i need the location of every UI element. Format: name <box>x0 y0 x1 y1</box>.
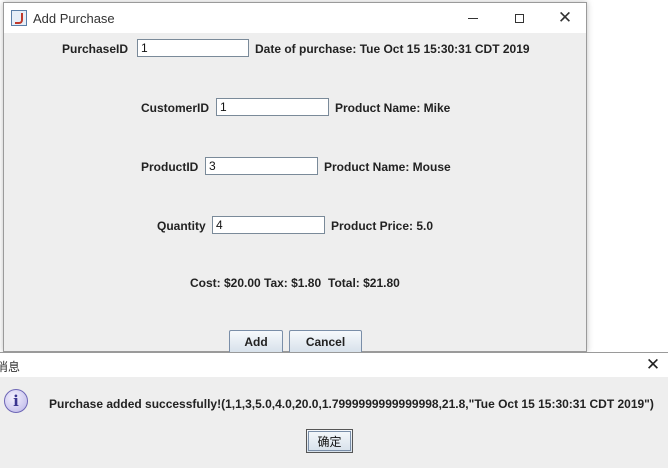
ok-button[interactable]: 确定 <box>306 429 353 453</box>
close-icon: ✕ <box>557 7 573 28</box>
product-id-label: ProductID <box>141 160 199 174</box>
cost-text: Cost: $20.00 <box>190 276 261 290</box>
window-titlebar[interactable]: Add Purchase ✕ <box>4 3 586 33</box>
info-icon: i <box>4 389 28 413</box>
product-id-input[interactable] <box>205 157 318 175</box>
add-button[interactable]: Add <box>229 330 283 354</box>
add-purchase-window: Add Purchase ✕ PurchaseID Date of purcha… <box>3 2 587 354</box>
total-text: Total: $21.80 <box>328 276 400 290</box>
cancel-button[interactable]: Cancel <box>289 330 362 354</box>
customer-id-label: CustomerID <box>141 101 210 115</box>
purchase-id-label: PurchaseID <box>62 42 129 56</box>
java-cup-icon <box>11 10 27 26</box>
window-title: Add Purchase <box>33 11 115 26</box>
maximize-icon <box>514 13 524 23</box>
message-dialog: 消息 ✕ i Purchase added successfully!(1,1,… <box>0 352 668 468</box>
quantity-label: Quantity <box>157 219 206 233</box>
date-of-purchase-text: Date of purchase: Tue Oct 15 15:30:31 CD… <box>255 42 530 56</box>
dialog-close-button[interactable]: ✕ <box>638 353 668 377</box>
product-name-text: Product Name: Mouse <box>324 160 451 174</box>
close-icon: ✕ <box>645 354 661 375</box>
purchase-id-input[interactable] <box>137 39 249 57</box>
product-price-text: Product Price: 5.0 <box>331 219 434 233</box>
dialog-title: 消息 <box>0 360 21 374</box>
maximize-button[interactable] <box>496 3 542 33</box>
quantity-input[interactable] <box>212 216 325 234</box>
close-button[interactable]: ✕ <box>542 3 588 33</box>
customer-id-input[interactable] <box>216 98 329 116</box>
dialog-titlebar[interactable]: 消息 ✕ <box>0 353 668 377</box>
minimize-icon <box>468 17 478 19</box>
customer-name-text: Product Name: Mike <box>335 101 451 115</box>
tax-text: Tax: $1.80 <box>264 276 322 290</box>
dialog-message: Purchase added successfully!(1,1,3,5.0,4… <box>49 397 654 411</box>
minimize-button[interactable] <box>450 3 496 33</box>
